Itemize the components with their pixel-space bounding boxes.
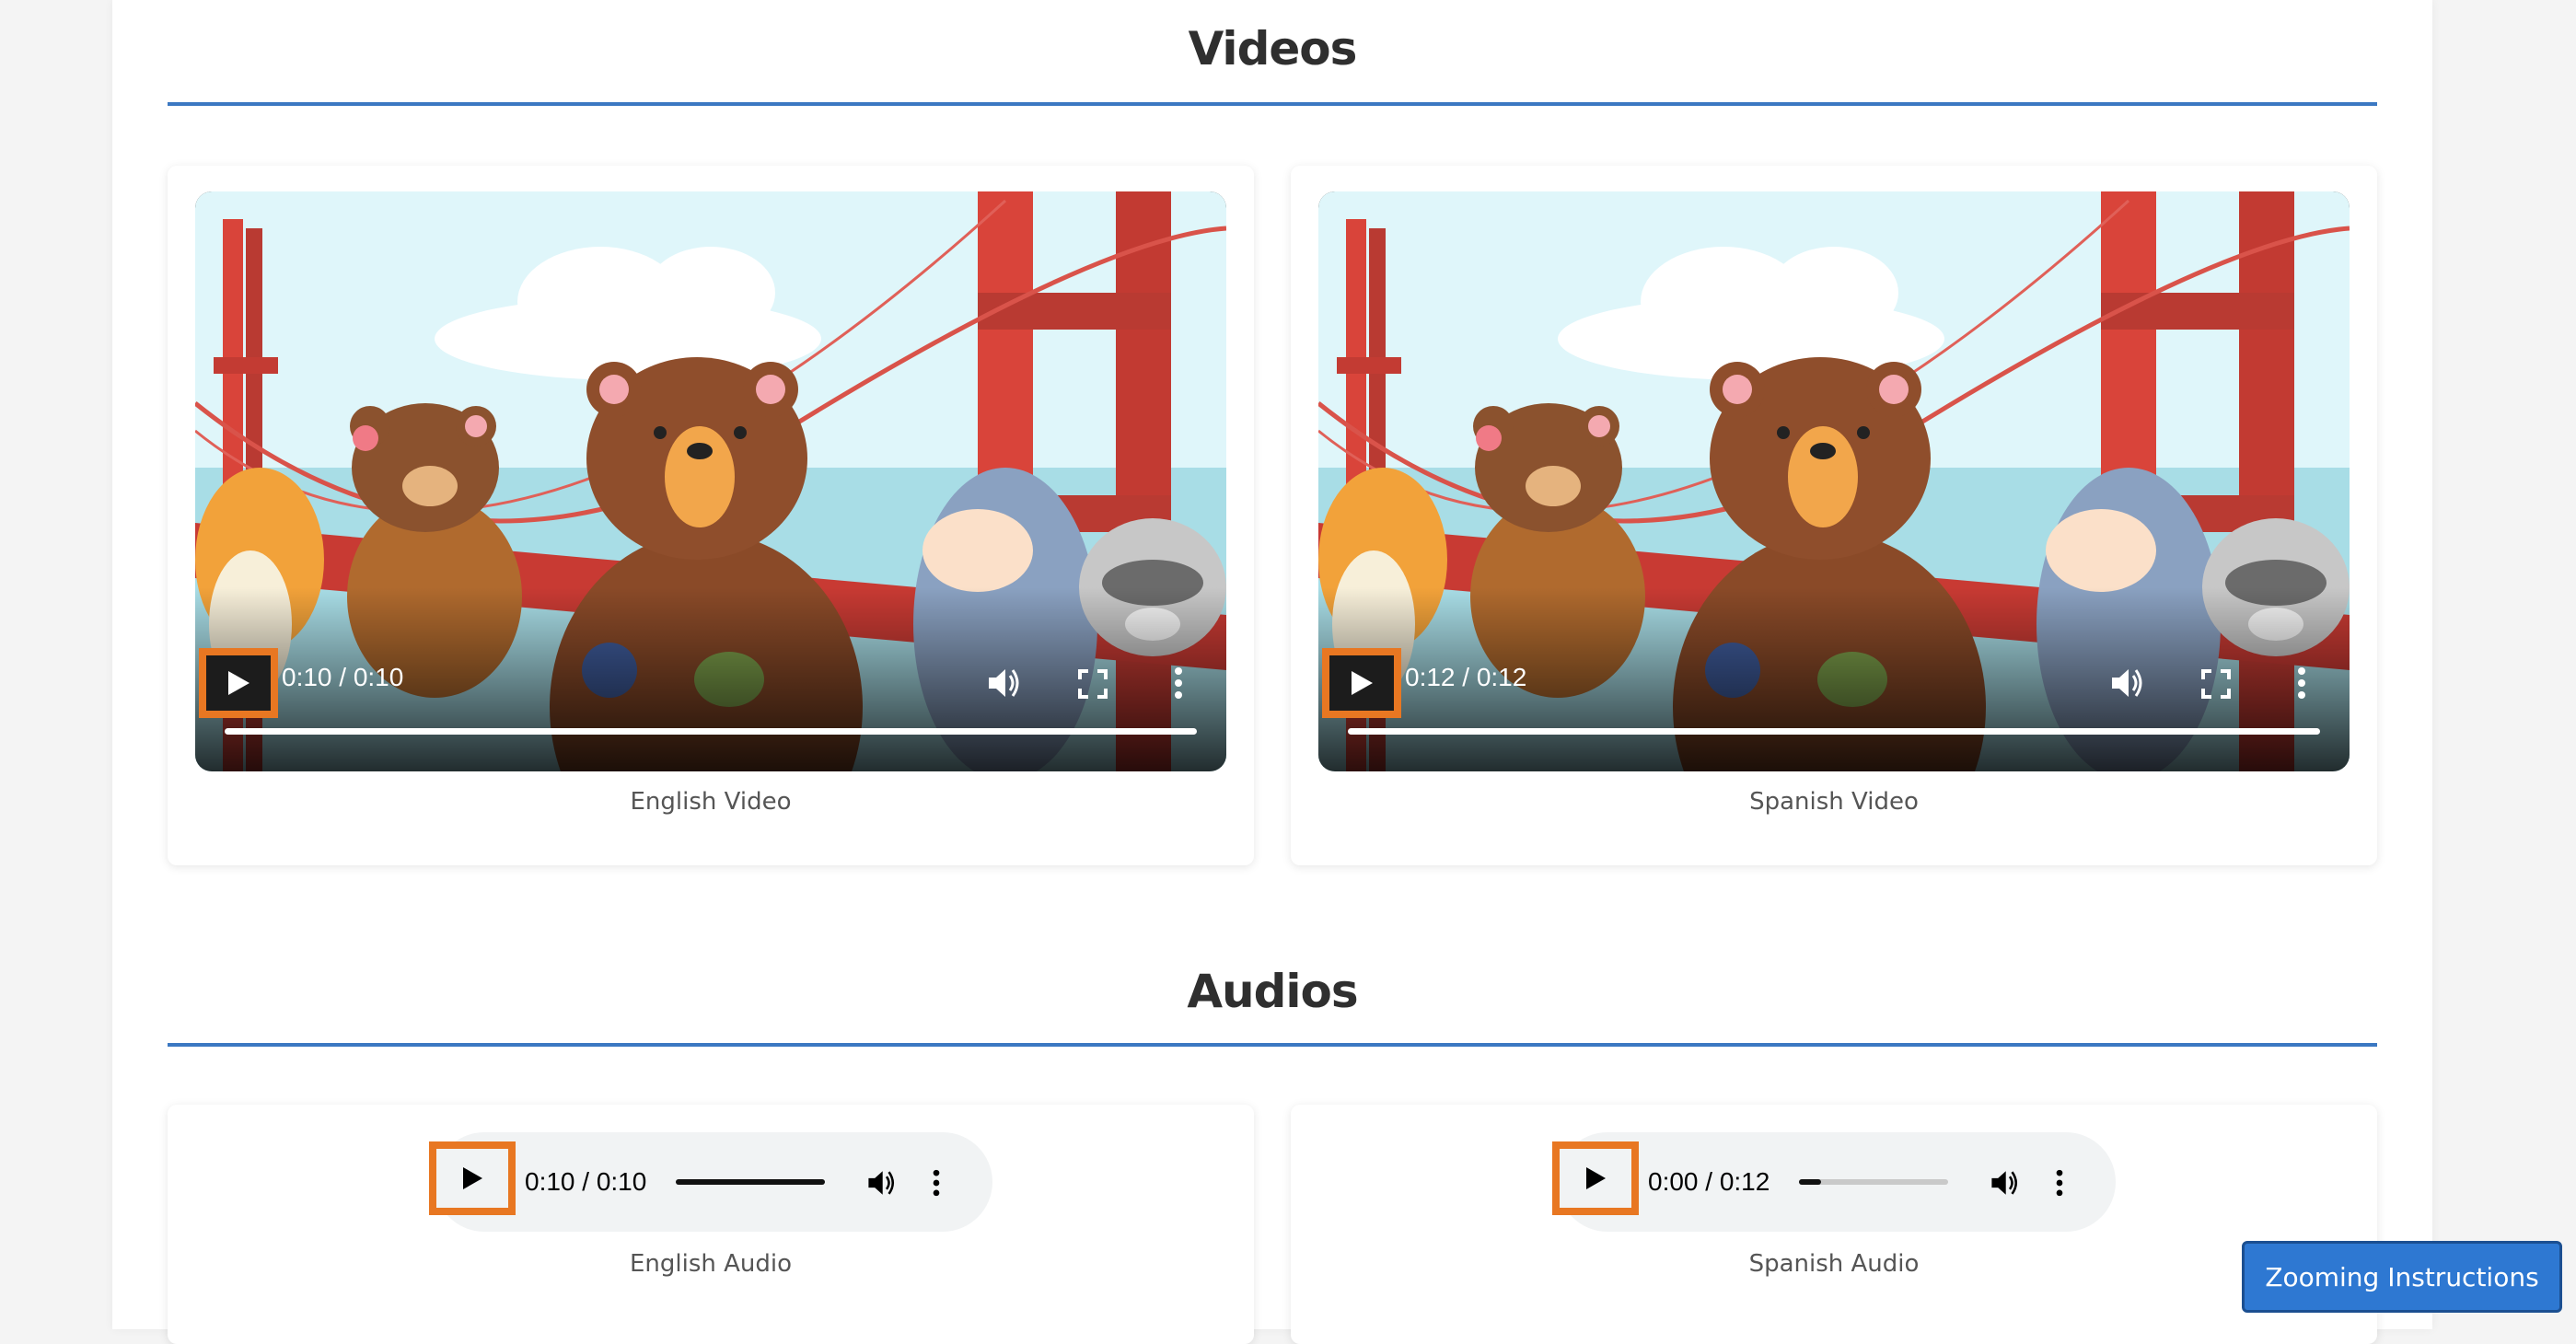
- english-video-card: 0:10 / 0:10 English Video: [168, 166, 1254, 865]
- play-button[interactable]: [1322, 648, 1401, 718]
- english-video-player[interactable]: 0:10 / 0:10: [195, 191, 1226, 771]
- videos-heading: Videos: [1188, 22, 1358, 75]
- audio-progress-bar[interactable]: [1799, 1179, 1948, 1185]
- audio-progress-bar[interactable]: [676, 1179, 825, 1185]
- audios-divider: [168, 1043, 2377, 1047]
- content-panel: Videos 0:10 / 0:10 English Video 0:12 / …: [112, 0, 2432, 1344]
- play-button[interactable]: [199, 648, 278, 718]
- volume-icon[interactable]: [2108, 665, 2145, 701]
- audios-heading: Audios: [1187, 965, 1358, 1018]
- videos-divider: [168, 102, 2377, 106]
- play-icon: [1352, 671, 1373, 695]
- audio-time: 0:00 / 0:12: [1648, 1167, 1770, 1196]
- play-button[interactable]: [1552, 1141, 1639, 1215]
- more-options-icon[interactable]: [932, 1167, 941, 1199]
- more-options-icon[interactable]: [1173, 665, 1184, 701]
- video-time: 0:12 / 0:12: [1405, 663, 1527, 691]
- play-button[interactable]: [429, 1141, 516, 1215]
- more-options-icon[interactable]: [2055, 1167, 2064, 1199]
- audio-time: 0:10 / 0:10: [525, 1167, 647, 1196]
- more-options-icon[interactable]: [2296, 665, 2307, 701]
- play-icon: [463, 1167, 482, 1189]
- audio-caption: Spanish Audio: [1748, 1250, 1920, 1278]
- audio-progress-fill: [1799, 1179, 1822, 1185]
- video-progress-bar[interactable]: [225, 728, 1197, 735]
- video-caption: English Video: [630, 788, 792, 816]
- spanish-video-player[interactable]: 0:12 / 0:12: [1318, 191, 2350, 771]
- video-caption: Spanish Video: [1749, 788, 1919, 816]
- video-time: 0:10 / 0:10: [282, 663, 404, 691]
- audio-progress-fill: [676, 1179, 825, 1185]
- video-progress-bar[interactable]: [1348, 728, 2320, 735]
- english-audio-player[interactable]: 0:10 / 0:10: [429, 1132, 992, 1232]
- play-icon: [228, 671, 249, 695]
- volume-icon[interactable]: [865, 1167, 897, 1199]
- zooming-instructions-button[interactable]: Zooming Instructions: [2242, 1241, 2562, 1313]
- fullscreen-icon[interactable]: [1077, 668, 1108, 700]
- audio-caption: English Audio: [629, 1250, 793, 1278]
- spanish-video-card: 0:12 / 0:12 Spanish Video: [1291, 166, 2377, 865]
- spanish-audio-card: 0:00 / 0:12 Spanish Audio: [1291, 1105, 2377, 1344]
- play-icon: [1586, 1167, 1606, 1189]
- volume-icon[interactable]: [1989, 1167, 2020, 1199]
- english-audio-card: 0:10 / 0:10 English Audio: [168, 1105, 1254, 1344]
- volume-icon[interactable]: [985, 665, 1022, 701]
- fullscreen-icon[interactable]: [2200, 668, 2232, 700]
- spanish-audio-player[interactable]: 0:00 / 0:12: [1552, 1132, 2116, 1232]
